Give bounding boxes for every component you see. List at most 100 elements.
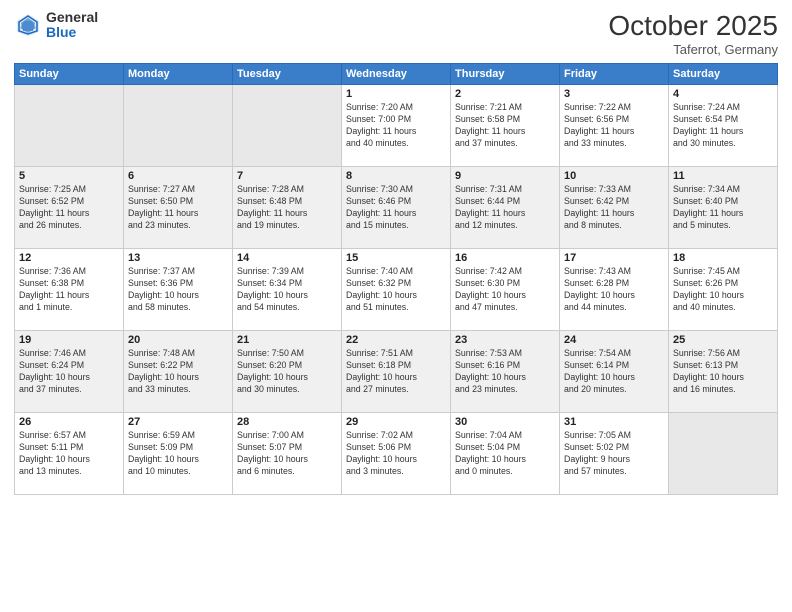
calendar-cell: 12Sunrise: 7:36 AM Sunset: 6:38 PM Dayli… [15, 249, 124, 331]
calendar-cell: 20Sunrise: 7:48 AM Sunset: 6:22 PM Dayli… [124, 331, 233, 413]
day-info: Sunrise: 7:43 AM Sunset: 6:28 PM Dayligh… [564, 266, 664, 314]
calendar-cell: 16 Sunrise: 7:42 AM Sunset: 6:30 PM Dayli… [451, 249, 560, 331]
day-info: Sunrise: 7:25 AM Sunset: 6:52 PM Dayligh… [19, 184, 119, 232]
day-number: 27 [128, 416, 228, 428]
col-saturday: Saturday [669, 64, 778, 85]
calendar-cell [233, 85, 342, 167]
month-title: October 2025 [608, 10, 778, 42]
day-number: 19 [19, 334, 119, 346]
day-info: Sunrise: 7:39 AM Sunset: 6:34 PM Dayligh… [237, 266, 337, 314]
calendar-week-5: 26 Sunrise: 6:57 AM Sunset: 5:11 PM Dayli… [15, 413, 778, 495]
calendar-cell: 10Sunrise: 7:33 AM Sunset: 6:42 PM Dayli… [560, 167, 669, 249]
day-number: 8 [346, 170, 446, 182]
day-number: 3 [564, 88, 664, 100]
calendar-cell: 31 Sunrise: 7:05 AM Sunset: 5:02 PM Dayli… [560, 413, 669, 495]
day-info: Sunrise: 7:42 AM Sunset: 6:30 PM Dayligh… [455, 266, 555, 314]
day-number: 28 [237, 416, 337, 428]
day-number: 4 [673, 88, 773, 100]
calendar-cell: 22Sunrise: 7:51 AM Sunset: 6:18 PM Dayli… [342, 331, 451, 413]
day-info: Sunrise: 6:57 AM Sunset: 5:11 PM Dayligh… [19, 430, 119, 478]
calendar-cell: 14 Sunrise: 7:39 AM Sunset: 6:34 PM Dayli… [233, 249, 342, 331]
calendar-cell: 21Sunrise: 7:50 AM Sunset: 6:20 PM Dayli… [233, 331, 342, 413]
day-number: 11 [673, 170, 773, 182]
day-info: Sunrise: 7:45 AM Sunset: 6:26 PM Dayligh… [673, 266, 773, 314]
logo-general: General [46, 9, 98, 25]
calendar-cell: 2 Sunrise: 7:21 AM Sunset: 6:58 PM Daylig… [451, 85, 560, 167]
day-info: Sunrise: 6:59 AM Sunset: 5:09 PM Dayligh… [128, 430, 228, 478]
calendar-cell: 8 Sunrise: 7:30 AM Sunset: 6:46 PM Daylig… [342, 167, 451, 249]
day-number: 18 [673, 252, 773, 264]
calendar-cell: 30 Sunrise: 7:04 AM Sunset: 5:04 PM Dayli… [451, 413, 560, 495]
calendar-cell: 1 Sunrise: 7:20 AM Sunset: 7:00 PM Daylig… [342, 85, 451, 167]
calendar-cell: 11 Sunrise: 7:34 AM Sunset: 6:40 PM Dayli… [669, 167, 778, 249]
day-info: Sunrise: 7:37 AM Sunset: 6:36 PM Dayligh… [128, 266, 228, 314]
calendar-cell [15, 85, 124, 167]
day-number: 6 [128, 170, 228, 182]
day-number: 9 [455, 170, 555, 182]
day-number: 16 [455, 252, 555, 264]
day-info: Sunrise: 7:34 AM Sunset: 6:40 PM Dayligh… [673, 184, 773, 232]
col-friday: Friday [560, 64, 669, 85]
day-number: 22 [346, 334, 446, 346]
day-number: 15 [346, 252, 446, 264]
day-number: 23 [455, 334, 555, 346]
calendar-cell: 24 Sunrise: 7:54 AM Sunset: 6:14 PM Dayli… [560, 331, 669, 413]
calendar-cell: 27 Sunrise: 6:59 AM Sunset: 5:09 PM Dayli… [124, 413, 233, 495]
calendar-cell [124, 85, 233, 167]
page: General Blue October 2025 Taferrot, Germ… [0, 0, 792, 612]
col-wednesday: Wednesday [342, 64, 451, 85]
day-info: Sunrise: 7:20 AM Sunset: 7:00 PM Dayligh… [346, 102, 446, 150]
header: General Blue October 2025 Taferrot, Germ… [14, 10, 778, 57]
logo: General Blue [14, 10, 98, 41]
day-info: Sunrise: 7:30 AM Sunset: 6:46 PM Dayligh… [346, 184, 446, 232]
title-block: October 2025 Taferrot, Germany [608, 10, 778, 57]
day-info: Sunrise: 7:40 AM Sunset: 6:32 PM Dayligh… [346, 266, 446, 314]
day-number: 24 [564, 334, 664, 346]
calendar-week-3: 12Sunrise: 7:36 AM Sunset: 6:38 PM Dayli… [15, 249, 778, 331]
day-info: Sunrise: 7:24 AM Sunset: 6:54 PM Dayligh… [673, 102, 773, 150]
calendar-cell [669, 413, 778, 495]
day-info: Sunrise: 7:53 AM Sunset: 6:16 PM Dayligh… [455, 348, 555, 396]
calendar-cell: 5Sunrise: 7:25 AM Sunset: 6:52 PM Daylig… [15, 167, 124, 249]
day-number: 29 [346, 416, 446, 428]
day-number: 1 [346, 88, 446, 100]
logo-icon [14, 11, 42, 39]
calendar-header-row: Sunday Monday Tuesday Wednesday Thursday… [15, 64, 778, 85]
calendar-cell: 9Sunrise: 7:31 AM Sunset: 6:44 PM Daylig… [451, 167, 560, 249]
day-info: Sunrise: 7:50 AM Sunset: 6:20 PM Dayligh… [237, 348, 337, 396]
day-info: Sunrise: 7:33 AM Sunset: 6:42 PM Dayligh… [564, 184, 664, 232]
col-thursday: Thursday [451, 64, 560, 85]
day-info: Sunrise: 7:21 AM Sunset: 6:58 PM Dayligh… [455, 102, 555, 150]
day-number: 30 [455, 416, 555, 428]
day-info: Sunrise: 7:00 AM Sunset: 5:07 PM Dayligh… [237, 430, 337, 478]
col-monday: Monday [124, 64, 233, 85]
calendar-cell: 29 Sunrise: 7:02 AM Sunset: 5:06 PM Dayli… [342, 413, 451, 495]
logo-blue: Blue [46, 24, 76, 40]
day-info: Sunrise: 7:48 AM Sunset: 6:22 PM Dayligh… [128, 348, 228, 396]
day-number: 26 [19, 416, 119, 428]
calendar-week-1: 1 Sunrise: 7:20 AM Sunset: 7:00 PM Daylig… [15, 85, 778, 167]
location: Taferrot, Germany [608, 42, 778, 57]
day-info: Sunrise: 7:54 AM Sunset: 6:14 PM Dayligh… [564, 348, 664, 396]
calendar-cell: 23 Sunrise: 7:53 AM Sunset: 6:16 PM Dayli… [451, 331, 560, 413]
day-number: 2 [455, 88, 555, 100]
day-number: 31 [564, 416, 664, 428]
col-tuesday: Tuesday [233, 64, 342, 85]
calendar-cell: 3Sunrise: 7:22 AM Sunset: 6:56 PM Daylig… [560, 85, 669, 167]
day-info: Sunrise: 7:05 AM Sunset: 5:02 PM Dayligh… [564, 430, 664, 478]
day-number: 17 [564, 252, 664, 264]
calendar-week-4: 19Sunrise: 7:46 AM Sunset: 6:24 PM Dayli… [15, 331, 778, 413]
calendar-cell: 6 Sunrise: 7:27 AM Sunset: 6:50 PM Daylig… [124, 167, 233, 249]
calendar-cell: 15 Sunrise: 7:40 AM Sunset: 6:32 PM Dayli… [342, 249, 451, 331]
day-info: Sunrise: 7:28 AM Sunset: 6:48 PM Dayligh… [237, 184, 337, 232]
day-number: 14 [237, 252, 337, 264]
day-info: Sunrise: 7:36 AM Sunset: 6:38 PM Dayligh… [19, 266, 119, 314]
day-info: Sunrise: 7:27 AM Sunset: 6:50 PM Dayligh… [128, 184, 228, 232]
calendar-cell: 18 Sunrise: 7:45 AM Sunset: 6:26 PM Dayli… [669, 249, 778, 331]
col-sunday: Sunday [15, 64, 124, 85]
day-info: Sunrise: 7:04 AM Sunset: 5:04 PM Dayligh… [455, 430, 555, 478]
day-info: Sunrise: 7:02 AM Sunset: 5:06 PM Dayligh… [346, 430, 446, 478]
calendar-cell: 25Sunrise: 7:56 AM Sunset: 6:13 PM Dayli… [669, 331, 778, 413]
calendar-cell: 26 Sunrise: 6:57 AM Sunset: 5:11 PM Dayli… [15, 413, 124, 495]
calendar-cell: 17 Sunrise: 7:43 AM Sunset: 6:28 PM Dayli… [560, 249, 669, 331]
